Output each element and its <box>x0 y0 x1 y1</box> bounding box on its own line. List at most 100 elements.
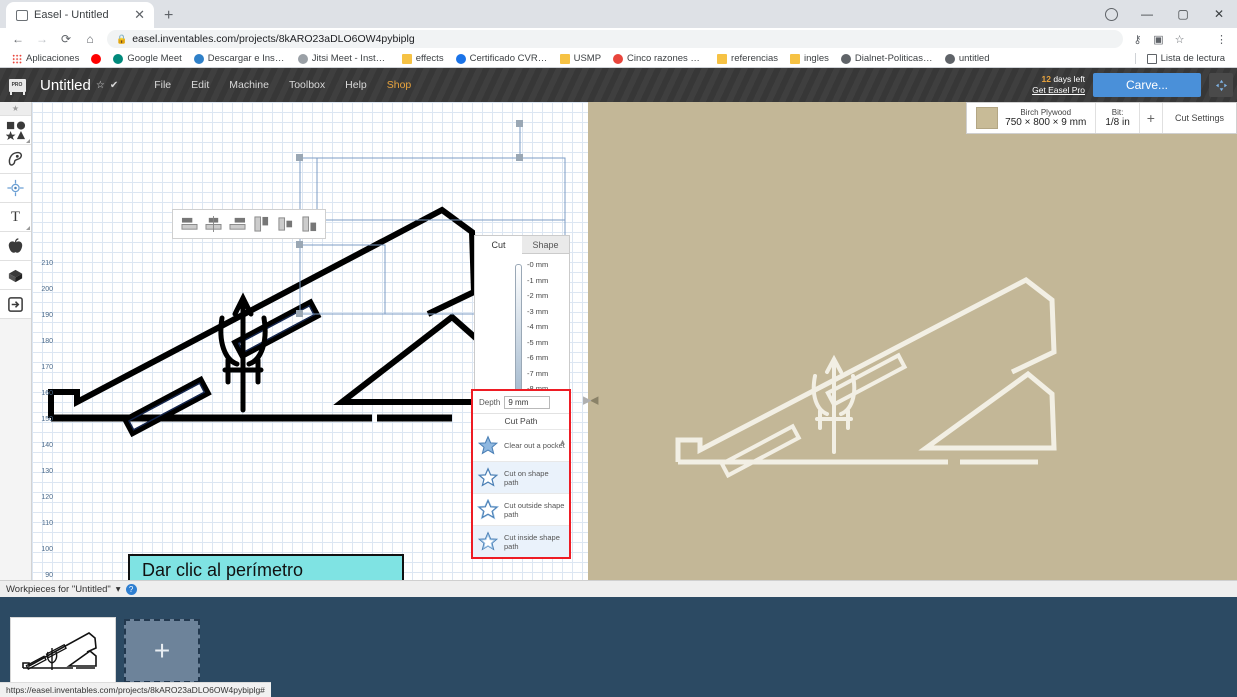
align-top-icon[interactable] <box>252 216 271 232</box>
align-center-icon[interactable] <box>204 216 223 232</box>
carve-button[interactable]: Carve... <box>1093 73 1201 97</box>
meet-icon <box>113 53 124 64</box>
reading-list-icon <box>1146 53 1157 64</box>
bookmark-item[interactable]: referencias <box>711 53 784 64</box>
bit-cell[interactable]: Bit: 1/8 in <box>1096 103 1140 133</box>
import-tool[interactable] <box>0 290 31 319</box>
bookmark-item[interactable]: Dialnet-PoliticasPu... <box>835 53 939 64</box>
divider <box>1134 53 1136 64</box>
menu-shop[interactable]: Shop <box>377 75 422 95</box>
align-bottom-icon[interactable] <box>300 216 319 232</box>
3d-carve-tool[interactable] <box>0 261 31 290</box>
help-icon[interactable]: ? <box>125 583 137 595</box>
home-button[interactable]: ⌂ <box>78 29 102 49</box>
vruler-tick: 190 <box>41 312 53 319</box>
apps-library-tool[interactable] <box>0 232 31 261</box>
lock-icon: 🔒 <box>116 33 128 44</box>
favorite-star-icon[interactable]: ☆ <box>96 80 105 91</box>
back-button[interactable]: ← <box>6 29 30 49</box>
get-easel-pro-link[interactable]: Get Easel Pro <box>1032 85 1085 96</box>
bookmark-label: Jitsi Meet - Instant... <box>311 53 390 64</box>
depth-slider-track[interactable] <box>515 264 522 404</box>
menu-bar: File Edit Machine Toolbox Help Shop <box>144 75 421 95</box>
chrome-menu-icon[interactable]: ⋮ <box>1212 33 1231 46</box>
bookmark-item[interactable]: Google Meet <box>107 53 187 64</box>
add-workpiece-button[interactable]: + <box>124 619 200 683</box>
cut-path-option-on-shape-path[interactable]: Cut on shape path <box>473 461 569 493</box>
app-header-right: 12 days left Get Easel Pro Carve... <box>1032 73 1233 97</box>
tab-title: Easel - Untitled <box>34 9 109 21</box>
trial-days: 12 <box>1041 74 1051 84</box>
cut-path-option-outside-shape-path[interactable]: Cut outside shape path <box>473 493 569 525</box>
bookmark-item[interactable]: untitled <box>939 53 996 64</box>
reading-list-label: Lista de lectura <box>1160 53 1225 64</box>
maximize-button[interactable]: ▢ <box>1165 0 1201 28</box>
align-right-icon[interactable] <box>228 216 247 232</box>
fullscreen-arrows-icon[interactable] <box>1209 73 1233 97</box>
bookmark-label: Certificado CVR TE... <box>469 53 548 64</box>
browser-tab[interactable]: Easel - Untitled ✕ <box>6 2 154 28</box>
menu-help[interactable]: Help <box>335 75 377 95</box>
bookmark-item[interactable]: ingles <box>784 53 835 64</box>
address-bar[interactable]: 🔒 easel.inventables.com/projects/8kARO23… <box>107 30 1123 48</box>
collapse-caret-icon[interactable]: ★ <box>0 102 31 116</box>
window-close-button[interactable]: ✕ <box>1201 0 1237 28</box>
menu-machine[interactable]: Machine <box>219 75 279 95</box>
close-icon[interactable]: ✕ <box>131 7 148 23</box>
browser-chrome: Easel - Untitled ✕ + — ▢ ✕ ← → ⟳ ⌂ 🔒 eas… <box>0 0 1237 68</box>
vruler-tick: 200 <box>41 286 53 293</box>
depth-slider[interactable]: -0 mm -1 mm -2 mm -3 mm -4 mm -5 mm -6 mm -7 mm… <box>475 260 569 410</box>
tab-shape[interactable]: Shape <box>522 236 569 254</box>
material-cell[interactable]: Birch Plywood 750 × 800 × 9 mm <box>967 103 1097 133</box>
bookmark-item[interactable]: Descargar e Instalar... <box>188 53 292 64</box>
bookmark-item[interactable]: effects <box>396 53 450 64</box>
bookmark-star-icon[interactable]: ☆ <box>1170 33 1189 46</box>
add-bit-button[interactable]: + <box>1140 103 1163 133</box>
menu-toolbox[interactable]: Toolbox <box>279 75 335 95</box>
depth-tick-label: -6 mm <box>527 353 549 362</box>
easel-logo[interactable]: PRO <box>0 78 34 95</box>
bookmark-item[interactable] <box>85 53 107 64</box>
cut-path-option-inside-shape-path[interactable]: Cut inside shape path <box>473 525 569 557</box>
workpieces-title: Workpieces for "Untitled" <box>6 583 111 595</box>
bookmark-item[interactable]: Certificado CVR TE... <box>450 53 554 64</box>
profile-icon[interactable] <box>1093 0 1129 28</box>
tab-strip: Easel - Untitled ✕ + — ▢ ✕ <box>0 0 1237 28</box>
bookmark-item[interactable]: USMP <box>554 53 607 64</box>
pen-tool[interactable] <box>0 145 31 174</box>
menu-file[interactable]: File <box>144 75 181 95</box>
reading-list-button[interactable]: Lista de lectura <box>1141 53 1231 64</box>
panel-collapse-icon[interactable]: ▶ <box>583 393 1235 406</box>
tab-cut[interactable]: Cut <box>475 236 522 254</box>
cast-icon[interactable]: ▣ <box>1149 33 1168 46</box>
reload-button[interactable]: ⟳ <box>54 29 78 49</box>
pro-trial-label[interactable]: 12 days left Get Easel Pro <box>1032 74 1085 96</box>
material-swatch <box>976 107 999 129</box>
shapes-tool[interactable] <box>0 116 31 145</box>
bookmark-item[interactable]: Aplicaciones <box>6 53 85 64</box>
minimize-button[interactable]: — <box>1129 0 1165 28</box>
caret-up-icon[interactable]: ▲ <box>559 438 566 447</box>
bookmark-item[interactable]: Cinco razones para... <box>607 53 711 64</box>
cut-panel: Cut Shape -0 mm -1 mm -2 mm -3 mm -4 mm -5 mm… <box>474 235 570 413</box>
depth-input[interactable]: 9 mm <box>504 396 551 409</box>
circle-icon <box>613 53 624 64</box>
align-middle-icon[interactable] <box>276 216 295 232</box>
vruler-tick: 180 <box>41 338 53 345</box>
new-tab-button[interactable]: + <box>164 7 173 25</box>
link-icon <box>297 53 308 64</box>
cut-path-title: Cut Path <box>473 413 569 429</box>
text-tool[interactable]: T <box>0 203 31 232</box>
align-left-icon[interactable] <box>180 216 199 232</box>
forward-button[interactable]: → <box>30 29 54 49</box>
app-header: PRO Untitled ☆ ✔ File Edit Machine Toolbox H… <box>0 68 1237 102</box>
cut-settings-button[interactable]: Cut Settings <box>1163 103 1236 133</box>
menu-edit[interactable]: Edit <box>181 75 219 95</box>
workpiece-thumbnail[interactable] <box>10 617 116 685</box>
bookmark-item[interactable]: Jitsi Meet - Instant... <box>292 53 396 64</box>
chevron-down-icon[interactable]: ▾ <box>116 584 121 595</box>
center-point-tool[interactable] <box>0 174 31 203</box>
key-icon[interactable]: ⚷ <box>1128 33 1147 46</box>
depth-tick-label: -0 mm <box>527 260 549 269</box>
cut-path-option-clear-pocket[interactable]: Clear out a pocket ▲ <box>473 429 569 461</box>
